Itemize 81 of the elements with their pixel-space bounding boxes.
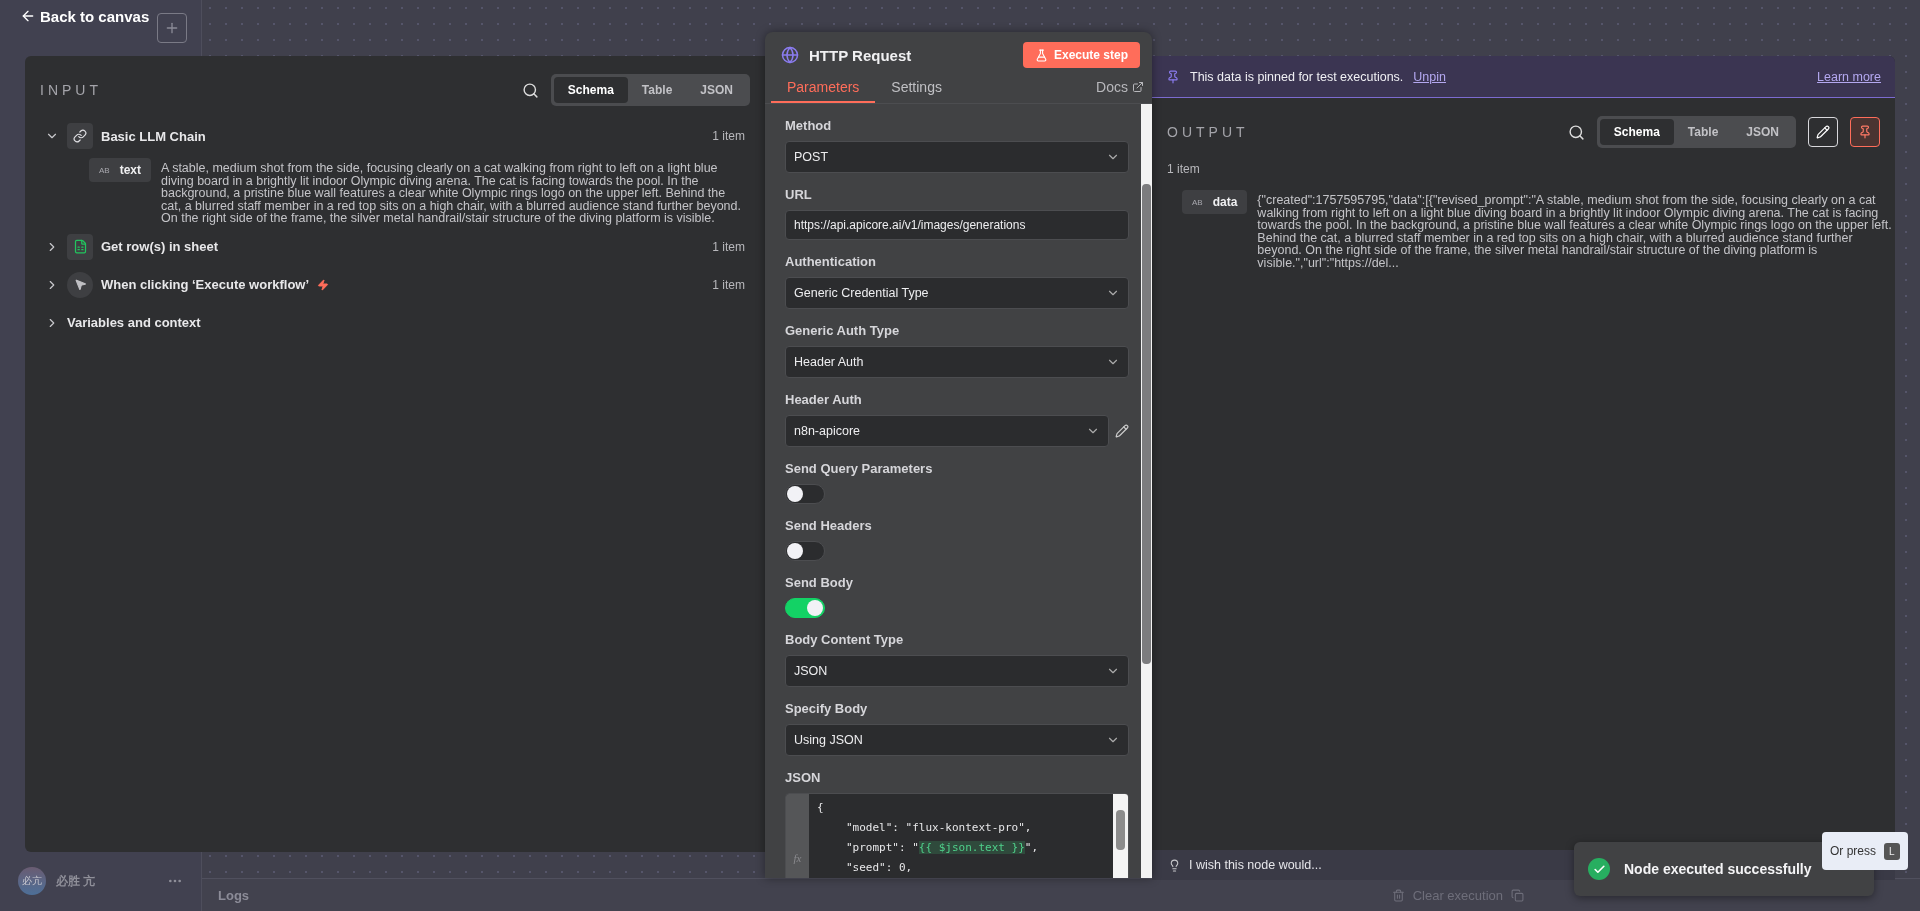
field-label: Header Auth <box>785 392 863 407</box>
cursor-icon <box>67 271 93 298</box>
type-label: AB <box>99 165 110 175</box>
node-name[interactable]: When clicking ‘Execute workflow’ <box>101 277 310 292</box>
view-tab[interactable]: Schema <box>553 77 628 103</box>
node-name[interactable]: Variables and context <box>67 315 201 330</box>
item-count: 1 item <box>712 239 745 254</box>
search-icon[interactable] <box>521 81 539 99</box>
plus-icon <box>164 20 180 36</box>
field-label: Method <box>785 118 833 133</box>
flask-icon <box>1034 48 1048 62</box>
node-name[interactable]: Get row(s) in sheet <box>101 239 219 254</box>
code-line: "model": "flux-kontext-pro", <box>845 820 1033 836</box>
panel-tab[interactable]: Parameters <box>771 79 876 103</box>
logs-title: Logs <box>218 887 250 903</box>
node-name[interactable]: Basic LLM Chain <box>101 128 206 144</box>
view-tab[interactable]: JSON <box>1732 119 1793 145</box>
dropdown[interactable]: POST <box>785 141 1129 173</box>
toggle-switch[interactable] <box>785 598 825 618</box>
toggle-switch[interactable] <box>785 484 825 504</box>
panel-title: OUTPUT <box>1167 124 1249 140</box>
node-title: HTTP Request <box>809 46 912 64</box>
feedback-hint: I wish this node would... <box>1189 858 1322 872</box>
field-label: Body Content Type <box>785 632 905 647</box>
code-line: "prompt": "{{ $json.text }}", <box>845 840 1040 856</box>
view-tab[interactable]: JSON <box>686 77 747 103</box>
pin-icon <box>1166 69 1180 84</box>
lightning-icon <box>317 278 330 291</box>
user-name: 必胜 亢 <box>56 872 97 890</box>
field-label: URL <box>785 187 813 202</box>
code-line: { <box>817 800 825 816</box>
globe-icon <box>781 46 799 64</box>
field-name: data <box>1212 195 1238 209</box>
dropdown[interactable]: Using JSON <box>785 724 1129 756</box>
url-field[interactable]: https://api.apicore.ai/v1/images/generations <box>785 210 1129 240</box>
pencil-icon[interactable] <box>1115 424 1129 438</box>
view-tab[interactable]: Table <box>627 77 687 103</box>
banner-text: This data is pinned for test executions. <box>1190 69 1404 84</box>
learn-more-link[interactable]: Learn more <box>1817 69 1881 84</box>
code-line: "seed": 0, <box>845 860 914 876</box>
edit-button[interactable] <box>1808 117 1838 147</box>
arrow-left-icon <box>20 8 36 24</box>
field-label: Specify Body <box>785 701 869 716</box>
spreadsheet-icon <box>67 233 93 260</box>
item-count: 1 item <box>712 129 745 143</box>
toast-message: Node executed successfully <box>1624 861 1812 877</box>
field-value: A stable, medium shot from the side, focusing clearly on a cat walking from right to left on a light blue diving board in a brightly lit indoor Olympic diving arena. The cat is facing towards the pool. In the background, a pristine blue wall features a clear white Olympic rings logo on the upper left. Behind the cat, a blurred staff member in a red top sits on a high chair, with a blurred audience stand further beyond. On the right side of the frame, the silver metal handrail/stair structure of the diving platform is visible. <box>161 162 742 225</box>
field-name: text <box>119 163 141 177</box>
field-value: {"created":1757595795,"data":[{"revised_prompt":"A stable, medium shot from the side, focusing clearly on a cat walking from right to left on a light blue diving board in a brightly lit indoor Olympic diving arena. The cat is facing towards the pool. In the background, a pristine blue wall features a clear white Olympic rings logo on the upper left. Behind the cat, a blurred staff member in a red top sits on a high chair, with a blurred audience stand further beyond. On the right side of the frame, the silver metal handrail/stair structure of the diving platform is visible.","url":"https://del... <box>1257 194 1893 269</box>
user-avatar[interactable]: 必亢 <box>18 867 46 895</box>
link-icon <box>67 123 93 149</box>
key-label: L <box>1884 842 1900 860</box>
item-count: 1 item <box>1166 162 1201 178</box>
field-label: Generic Auth Type <box>785 323 901 338</box>
docs-link[interactable]: Docs <box>1096 79 1144 103</box>
type-label: AB <box>1192 197 1203 207</box>
check-icon <box>1588 858 1610 880</box>
view-tab[interactable]: Table <box>1673 119 1733 145</box>
field-label: Send Headers <box>785 518 873 533</box>
field-label: Authentication <box>785 254 877 269</box>
back-to-canvas-link[interactable]: Back to canvas <box>20 7 150 25</box>
view-tab[interactable]: Schema <box>1599 119 1674 145</box>
field-label: Send Query Parameters <box>785 461 934 476</box>
panel-title: INPUT <box>40 82 102 98</box>
field-label: Send Body <box>785 575 854 590</box>
external-link-icon <box>1132 81 1144 93</box>
credential-dropdown[interactable]: n8n-apicore <box>785 415 1109 447</box>
pin-button[interactable] <box>1850 117 1880 147</box>
lightbulb-icon <box>1168 858 1181 872</box>
dropdown[interactable]: JSON <box>785 655 1129 687</box>
search-icon[interactable] <box>1567 123 1585 141</box>
scrollbar[interactable] <box>1141 104 1152 878</box>
panel-tab[interactable]: Settings <box>875 79 958 103</box>
pin-icon <box>1858 125 1872 139</box>
field-label: JSON <box>785 770 822 785</box>
dropdown[interactable]: Header Auth <box>785 346 1129 378</box>
item-count: 1 item <box>712 277 745 292</box>
dropdown[interactable]: Generic Credential Type <box>785 277 1129 309</box>
pencil-icon <box>1816 125 1830 139</box>
toggle-switch[interactable] <box>785 541 825 561</box>
unpin-link[interactable]: Unpin <box>1413 69 1446 84</box>
